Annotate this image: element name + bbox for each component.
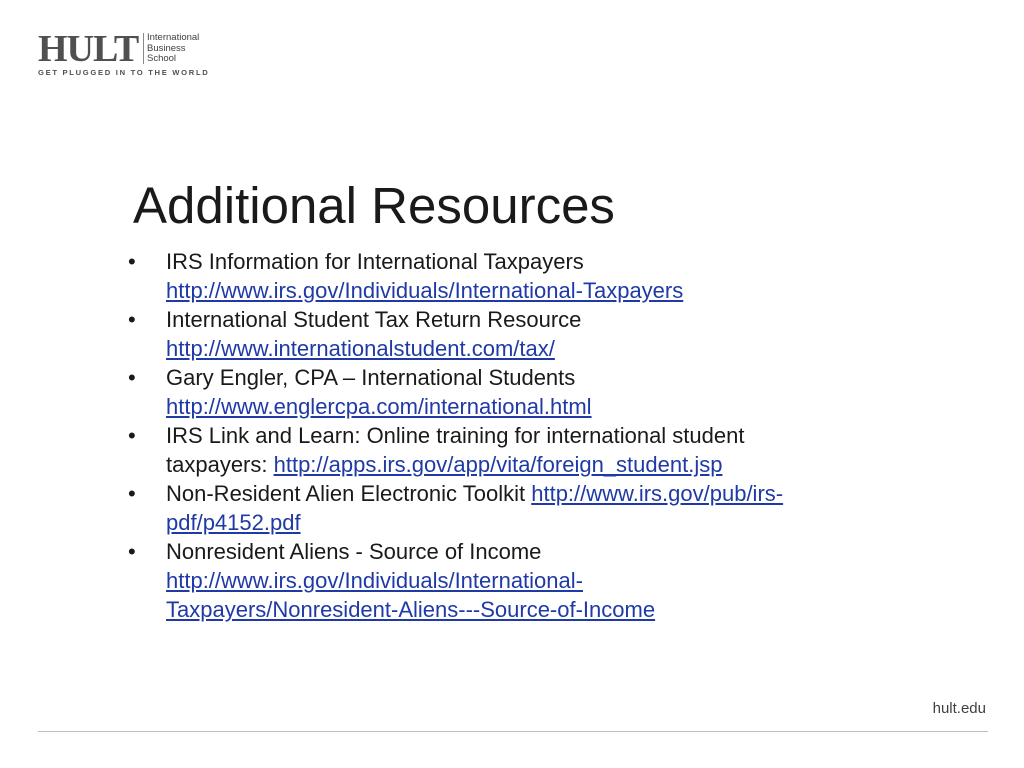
bullet-icon: • [128, 423, 136, 448]
resource-link[interactable]: http://apps.irs.gov/app/vita/foreign_stu… [274, 452, 723, 477]
resource-line: Gary Engler, CPA – International Student… [166, 363, 907, 392]
bullet-icon: • [128, 481, 136, 506]
resource-link[interactable]: Taxpayers/Nonresident-Aliens---Source-of… [166, 597, 655, 622]
resource-item: • IRS Information for International Taxp… [127, 247, 907, 305]
bullet-icon: • [128, 365, 136, 390]
hult-logo: HULT International Business School GET P… [38, 28, 218, 77]
logo-school-line: School [147, 53, 177, 64]
logo-wordmark: HULT [38, 28, 139, 70]
resource-link[interactable]: http://www.irs.gov/Individuals/Internati… [166, 568, 583, 593]
resource-line: pdf/p4152.pdf [166, 508, 907, 537]
resource-text: Non-Resident Alien Electronic Toolkit [166, 481, 532, 506]
footer-site: hult.edu [932, 700, 986, 717]
resource-text: Nonresident Aliens - Source of Income [166, 539, 542, 564]
resource-line: Non-Resident Alien Electronic Toolkit ht… [166, 479, 907, 508]
logo-school-line: International [147, 32, 200, 43]
resource-item: • Non-Resident Alien Electronic Toolkit … [127, 479, 907, 537]
resource-line: International Student Tax Return Resourc… [166, 305, 907, 334]
resource-line: http://www.internationalstudent.com/tax/ [166, 334, 907, 363]
resource-line: IRS Information for International Taxpay… [166, 247, 907, 276]
slide-title: Additional Resources [133, 177, 615, 234]
resource-item: • Gary Engler, CPA – International Stude… [127, 363, 907, 421]
resource-item: • Nonresident Aliens - Source of Income … [127, 537, 907, 624]
resource-line: Taxpayers/Nonresident-Aliens---Source-of… [166, 595, 907, 624]
resource-text: IRS Link and Learn: Online training for … [166, 423, 745, 448]
resource-list: • IRS Information for International Taxp… [127, 247, 907, 624]
resource-line: Nonresident Aliens - Source of Income [166, 537, 907, 566]
footer-divider [38, 731, 988, 732]
resource-item: • IRS Link and Learn: Online training fo… [127, 421, 907, 479]
resource-link[interactable]: http://www.irs.gov/pub/irs- [531, 481, 783, 506]
resource-text: IRS Information for International Taxpay… [166, 249, 584, 274]
logo-tagline: GET PLUGGED IN TO THE WORLD [38, 68, 210, 77]
resource-link[interactable]: http://www.englercpa.com/international.h… [166, 394, 592, 419]
resource-link[interactable]: http://www.internationalstudent.com/tax/ [166, 336, 555, 361]
resource-line: taxpayers: http://apps.irs.gov/app/vita/… [166, 450, 907, 479]
resource-link[interactable]: http://www.irs.gov/Individuals/Internati… [166, 278, 683, 303]
bullet-icon: • [128, 539, 136, 564]
bullet-icon: • [128, 307, 136, 332]
logo-divider [143, 33, 144, 64]
resource-text: taxpayers: [166, 452, 274, 477]
resource-text: Gary Engler, CPA – International Student… [166, 365, 576, 390]
slide: HULT International Business School GET P… [0, 0, 1024, 768]
resource-text: International Student Tax Return Resourc… [166, 307, 582, 332]
resource-line: http://www.irs.gov/Individuals/Internati… [166, 566, 907, 595]
resource-line: http://www.irs.gov/Individuals/Internati… [166, 276, 907, 305]
resource-link[interactable]: pdf/p4152.pdf [166, 510, 301, 535]
bullet-icon: • [128, 249, 136, 274]
resource-line: http://www.englercpa.com/international.h… [166, 392, 907, 421]
resource-line: IRS Link and Learn: Online training for … [166, 421, 907, 450]
resource-item: • International Student Tax Return Resou… [127, 305, 907, 363]
logo-school-name: International Business School [147, 32, 200, 65]
